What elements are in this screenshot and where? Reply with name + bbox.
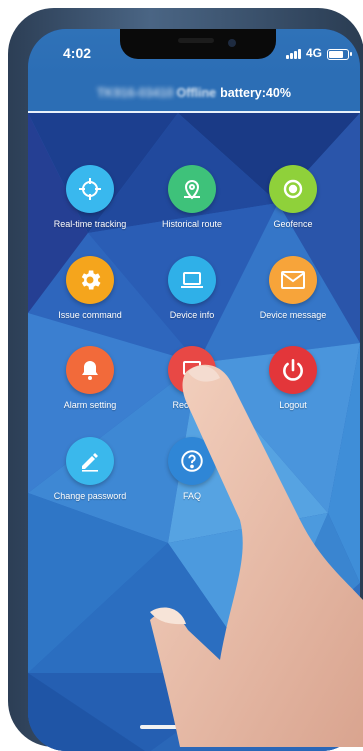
menu-item-label: FAQ bbox=[182, 491, 201, 501]
menu-item-real-time-tracking[interactable]: Real-time tracking bbox=[35, 165, 145, 229]
status-bar: 4:02 4G bbox=[28, 29, 360, 75]
device-status-header: TK916-03410 Offline battery:40% bbox=[28, 75, 360, 113]
menu-item-device-message[interactable]: Device message bbox=[238, 256, 348, 320]
menu-item-device-info[interactable]: Device info bbox=[137, 256, 247, 320]
status-time: 4:02 bbox=[63, 45, 92, 61]
menu-item-issue-command[interactable]: Issue command bbox=[35, 256, 145, 320]
menu-item-label: Device message bbox=[259, 310, 327, 320]
phone-frame: 4:02 4G TK916-03410 Offline battery:40% … bbox=[8, 8, 363, 751]
target-icon bbox=[269, 165, 317, 213]
network-type: 4G bbox=[306, 46, 323, 60]
menu-item-label: Real-time tracking bbox=[53, 219, 127, 229]
svg-text:$: $ bbox=[189, 373, 195, 382]
crosshair-icon bbox=[66, 165, 114, 213]
front-camera bbox=[228, 39, 236, 47]
phone-screen: 4:02 4G TK916-03410 Offline battery:40% … bbox=[28, 29, 360, 751]
menu-item-alarm-setting[interactable]: Alarm setting bbox=[35, 346, 145, 410]
menu-item-label: Recharge bbox=[172, 400, 212, 410]
battery-text: battery:40% bbox=[220, 86, 291, 100]
question-icon bbox=[168, 437, 216, 485]
menu-item-change-password[interactable]: Change password bbox=[35, 437, 145, 501]
menu-item-faq[interactable]: FAQ bbox=[137, 437, 247, 501]
menu-item-label: Historical route bbox=[161, 219, 223, 229]
cellular-signal-icon bbox=[286, 49, 302, 59]
home-indicator[interactable] bbox=[140, 725, 250, 729]
device-state: Offline bbox=[176, 86, 217, 100]
device-id: TK916-03410 bbox=[97, 86, 174, 100]
battery-icon bbox=[327, 49, 352, 60]
power-icon bbox=[269, 346, 317, 394]
pencil-icon bbox=[66, 437, 114, 485]
menu-item-label: Alarm setting bbox=[63, 400, 117, 410]
map-pin-icon bbox=[168, 165, 216, 213]
menu-item-geofence[interactable]: Geofence bbox=[238, 165, 348, 229]
menu-item-label: Change password bbox=[53, 491, 127, 501]
bell-icon bbox=[66, 346, 114, 394]
menu-item-historical-route[interactable]: Historical route bbox=[137, 165, 247, 229]
gear-icon bbox=[66, 256, 114, 304]
laptop-icon bbox=[168, 256, 216, 304]
menu-item-recharge[interactable]: $ Recharge bbox=[137, 346, 247, 410]
menu-item-label: Logout bbox=[279, 400, 307, 410]
menu-item-label: Issue command bbox=[58, 310, 122, 320]
speaker-grille bbox=[178, 38, 214, 43]
recharge-icon: $ bbox=[168, 346, 216, 394]
notch bbox=[120, 29, 276, 59]
menu-item-logout[interactable]: Logout bbox=[238, 346, 348, 410]
menu-item-label: Device info bbox=[169, 310, 215, 320]
envelope-icon bbox=[269, 256, 317, 304]
menu-item-label: Geofence bbox=[273, 219, 313, 229]
